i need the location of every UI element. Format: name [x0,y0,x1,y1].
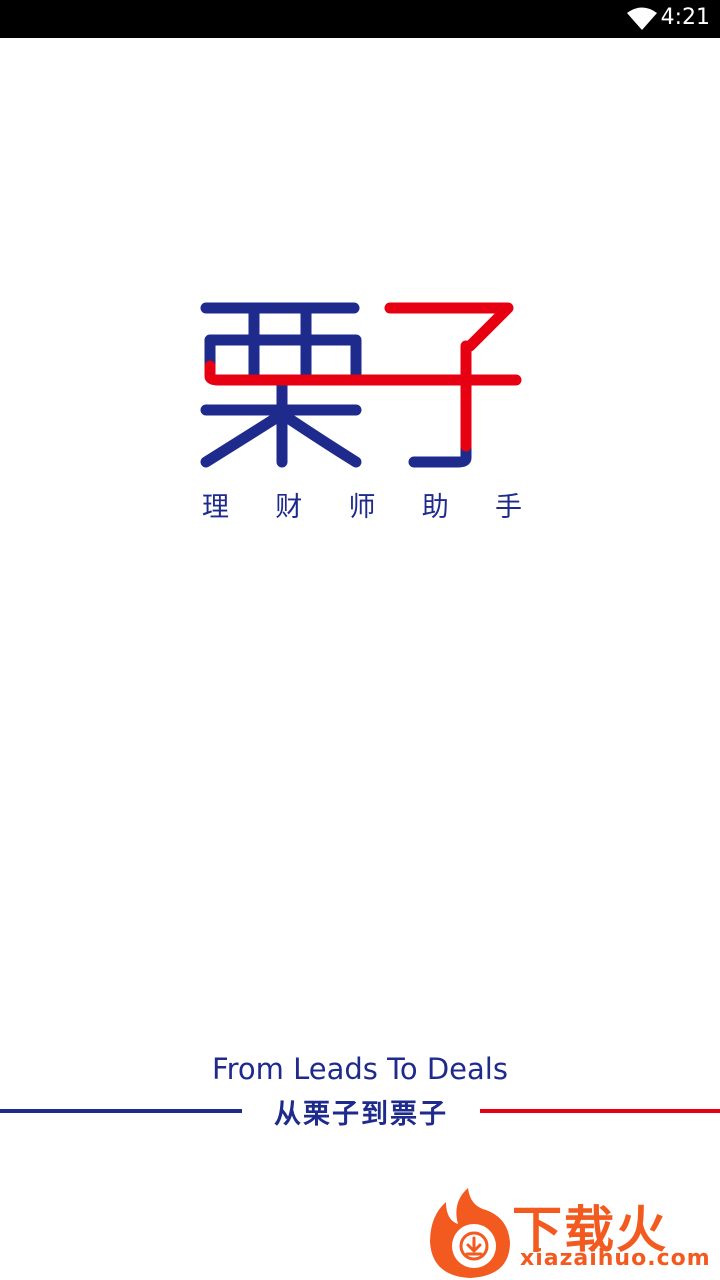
status-time: 4:21 [660,5,710,30]
watermark: 下载火 xiazaihuo.com [424,1186,720,1280]
tagline-char: 理 [202,491,229,523]
slogan-chinese: 从栗子到票子 [274,1099,448,1130]
tagline-char: 师 [348,491,376,523]
tagline-char: 助 [421,491,449,523]
tagline-char: 财 [275,491,303,523]
divider-right [480,1109,720,1113]
tagline: 理 财 师 助 手 [196,484,532,524]
watermark-domain: xiazaihuo.com [520,1246,711,1271]
slogan-english: From Leads To Deals [212,1052,508,1086]
flame-download-icon [430,1188,510,1278]
tagline-char: 手 [495,491,522,523]
divider-left [0,1109,242,1113]
wifi-icon [627,7,657,30]
status-bar: 4:21 [0,0,720,38]
app-logo: 栗子 [200,302,522,468]
